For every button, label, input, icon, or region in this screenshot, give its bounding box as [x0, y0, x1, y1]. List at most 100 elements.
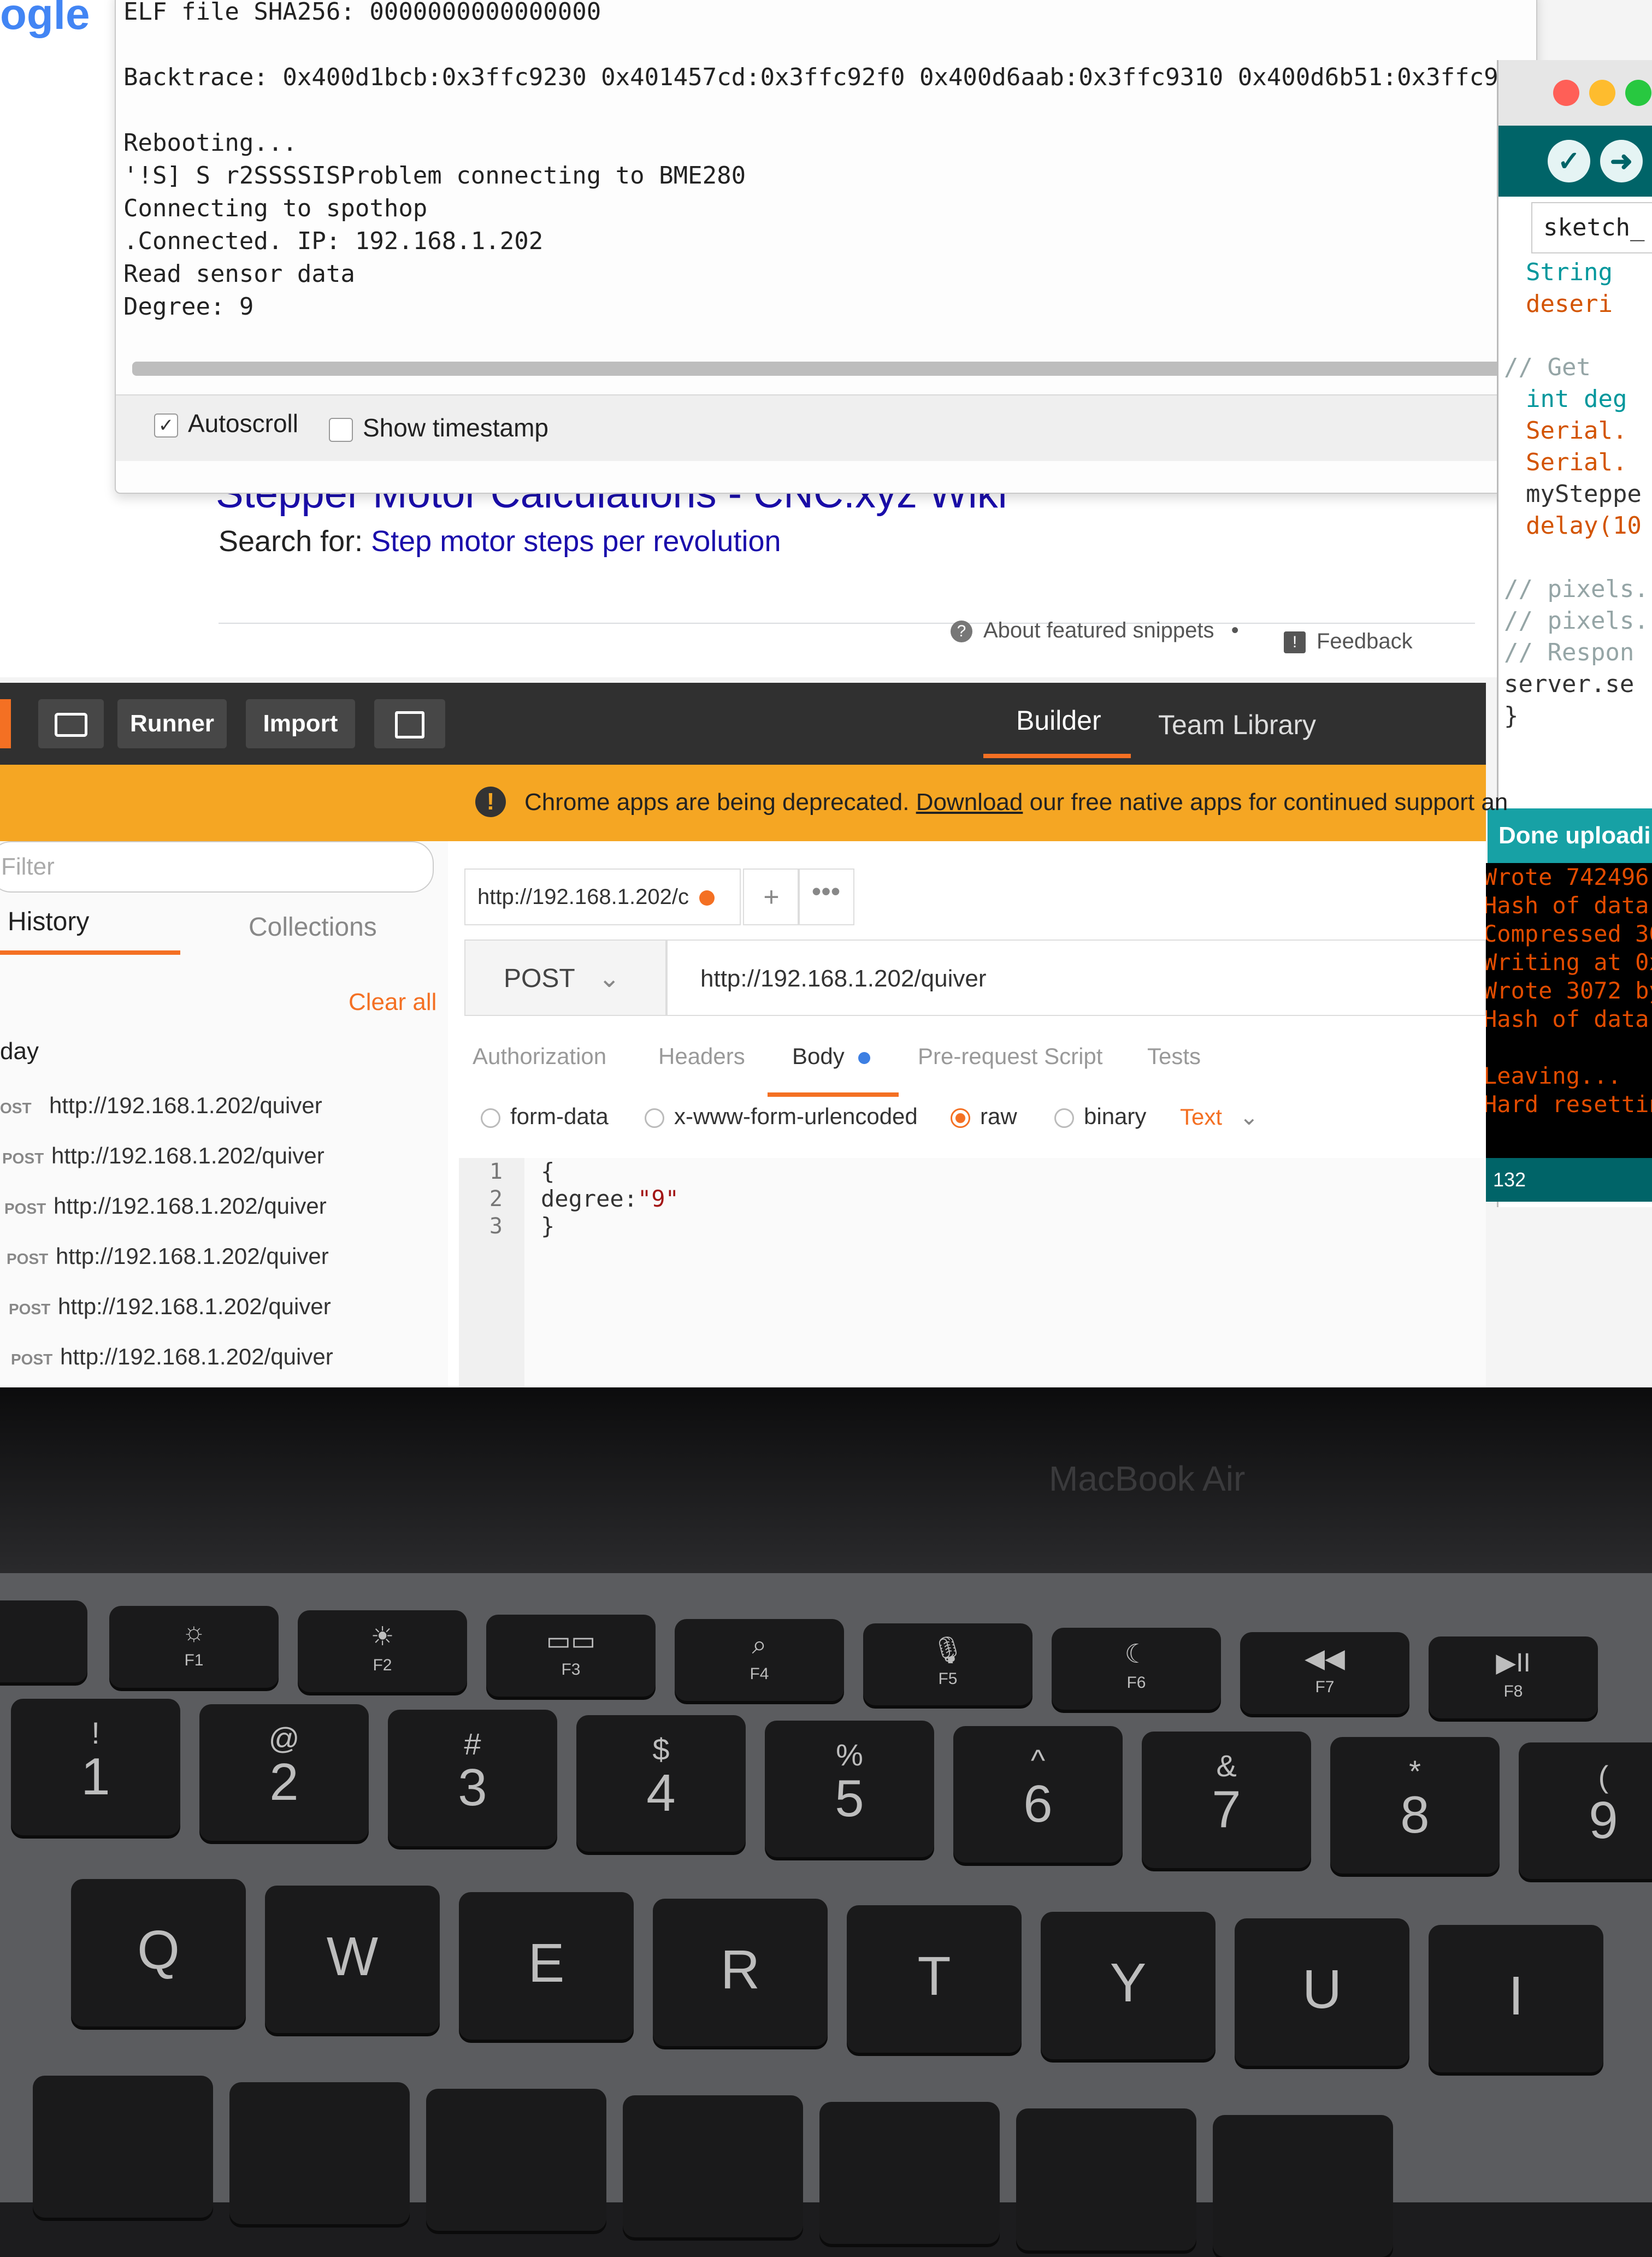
console-line: Hard resetting v [1483, 1091, 1652, 1118]
history-url: http://192.168.1.202/quiver [54, 1193, 327, 1219]
minimize-window-button[interactable] [1589, 80, 1615, 106]
key-r[interactable]: R [653, 1899, 828, 2046]
radio-raw[interactable]: raw [951, 1103, 1017, 1130]
key-i[interactable]: I [1429, 1925, 1603, 2072]
console-line: Writing at 0x00 [1483, 949, 1652, 976]
unsaved-dot [699, 890, 715, 906]
sidebar-icon [55, 713, 87, 737]
radio-urlencoded[interactable]: x-www-form-urlencoded [645, 1103, 918, 1130]
line-number: 1 [489, 1159, 503, 1184]
tab-authorization[interactable]: Authorization [473, 1043, 606, 1070]
key-y[interactable]: Y [1041, 1912, 1216, 2059]
key-home-row-partial[interactable] [229, 2082, 410, 2224]
more-tabs-button[interactable]: ••• [798, 868, 854, 925]
history-item[interactable]: POST http://192.168.1.202/quiver [9, 1293, 446, 1343]
history-list: OST http://192.168.1.202/quiver POST http:/… [0, 841, 437, 1387]
postman-header: Runner Import Builder Team Library [0, 683, 1486, 765]
key-home-row-partial[interactable] [819, 2102, 1000, 2244]
autoscroll-checkbox[interactable]: ✓ Autoscroll [154, 409, 298, 438]
content-type-value: Text [1180, 1104, 1223, 1130]
toggle-sidebar-button[interactable] [38, 699, 104, 748]
tab-team-library[interactable]: Team Library [1158, 709, 1316, 741]
sketch-code-editor[interactable]: String deseri // Get int deg Serial. Serial.… [1498, 257, 1652, 803]
postman-sidebar: Filter History Collections Clear all day… [0, 841, 450, 1387]
upload-button[interactable]: ➜ [1600, 140, 1643, 182]
arduino-ide-window: ✓ ➜ sketch_ String deseri // Get int deg Se… [1477, 60, 1652, 1207]
show-timestamp-label: Show timestamp [363, 413, 549, 442]
url-input[interactable]: http://192.168.1.202/quiver [666, 940, 1486, 1016]
tab-builder[interactable]: Builder [1016, 705, 1101, 736]
import-button[interactable]: Import [246, 699, 355, 748]
history-item[interactable]: POST http://192.168.1.202/quiver [2, 1143, 439, 1192]
close-window-button[interactable] [1553, 80, 1579, 106]
show-timestamp-checkbox[interactable]: Show timestamp [329, 413, 548, 442]
new-button-edge[interactable] [0, 699, 11, 748]
key-t[interactable]: T [847, 1905, 1022, 2053]
radio-selected-icon [951, 1108, 970, 1128]
chevron-down-icon: ⌄ [1239, 1104, 1259, 1130]
radio-binary[interactable]: binary [1054, 1103, 1146, 1130]
console-line: Hash of data ve [1483, 1006, 1652, 1032]
serial-monitor-footer: ✓ Autoscroll Show timestamp [116, 394, 1536, 461]
verify-button[interactable]: ✓ [1548, 140, 1590, 182]
deprecation-banner: ! Chrome apps are being deprecated. Down… [0, 765, 1508, 841]
key-e[interactable]: E [459, 1892, 634, 2040]
runner-button[interactable]: Runner [117, 699, 227, 748]
tab-prerequest-script[interactable]: Pre-request Script [918, 1043, 1102, 1070]
radio-icon [1054, 1108, 1074, 1128]
history-item[interactable]: POST http://192.168.1.202/quiver [7, 1243, 444, 1292]
serial-output: ELF file SHA256: 0000000000000000 Backtr… [123, 0, 1643, 356]
upload-status-bar: Done uploading [1488, 808, 1652, 863]
content-type-select[interactable]: Text ⌄ [1180, 1103, 1259, 1130]
body-code[interactable]: {degree:"9"} [541, 1158, 679, 1240]
key-w[interactable]: W [265, 1886, 440, 2033]
history-item[interactable]: POST http://192.168.1.202/quiver [4, 1193, 441, 1242]
feedback-link[interactable]: ! Feedback [1284, 629, 1413, 654]
tab-body[interactable]: Body [792, 1043, 871, 1070]
laptop-bezel [0, 1387, 1652, 1573]
history-method: POST [7, 1250, 49, 1267]
history-method: OST [0, 1100, 32, 1116]
body-editor[interactable]: 123 {degree:"9"} [459, 1158, 1486, 1387]
check-icon: ✓ [1557, 146, 1580, 176]
key-home-row-partial[interactable] [1213, 2115, 1393, 2257]
zoom-window-button[interactable] [1625, 80, 1651, 106]
laptop-screen: ogle Stepper Motor Calculations - CNC.xy… [0, 0, 1652, 1387]
key-home-row-partial[interactable] [33, 2076, 213, 2218]
key-home-row-partial[interactable] [1016, 2108, 1196, 2250]
code-line: Serial. [1526, 448, 1627, 476]
serial-line: ELF file SHA256: 0000000000000000 [123, 0, 601, 26]
search-for-query-link[interactable]: Step motor steps per revolution [371, 525, 781, 558]
horizontal-scrollbar[interactable] [132, 362, 1520, 376]
key-home-row-partial[interactable] [426, 2089, 606, 2231]
arduino-toolbar: ✓ ➜ [1498, 126, 1652, 197]
history-method: POST [11, 1351, 53, 1368]
sketch-tab[interactable]: sketch_ [1531, 202, 1652, 253]
key-u[interactable]: U [1235, 1918, 1409, 2066]
google-logo[interactable]: ogle [0, 0, 90, 39]
feedback-label: Feedback [1317, 629, 1413, 653]
code-line: Serial. [1526, 417, 1627, 445]
line-number: 3 [489, 1214, 503, 1239]
history-item[interactable]: OST http://192.168.1.202/quiver [0, 1092, 437, 1142]
method-select[interactable]: POST ⌄ [464, 940, 666, 1016]
code-line: // pixels. [1504, 575, 1649, 603]
binary-label: binary [1084, 1103, 1147, 1129]
key-q[interactable]: Q [71, 1879, 246, 2026]
tab-headers[interactable]: Headers [658, 1043, 745, 1070]
key-home-row-partial[interactable] [623, 2095, 803, 2237]
download-link[interactable]: Download [916, 789, 1023, 816]
about-featured-snippets[interactable]: ? About featured snippets • [951, 618, 1250, 643]
about-snippets-label: About featured snippets [983, 618, 1214, 642]
code-line: } [1504, 702, 1519, 730]
new-tab-button[interactable]: + [743, 868, 800, 925]
tab-tests[interactable]: Tests [1147, 1043, 1201, 1070]
new-window-button[interactable] [374, 699, 445, 748]
console-line: Wrote 742496 b [1483, 864, 1652, 890]
serial-monitor-window: ELF file SHA256: 0000000000000000 Backtr… [115, 0, 1643, 494]
radio-form-data[interactable]: form-data [481, 1103, 609, 1130]
history-item[interactable]: POST http://192.168.1.202/quiver [11, 1344, 448, 1387]
